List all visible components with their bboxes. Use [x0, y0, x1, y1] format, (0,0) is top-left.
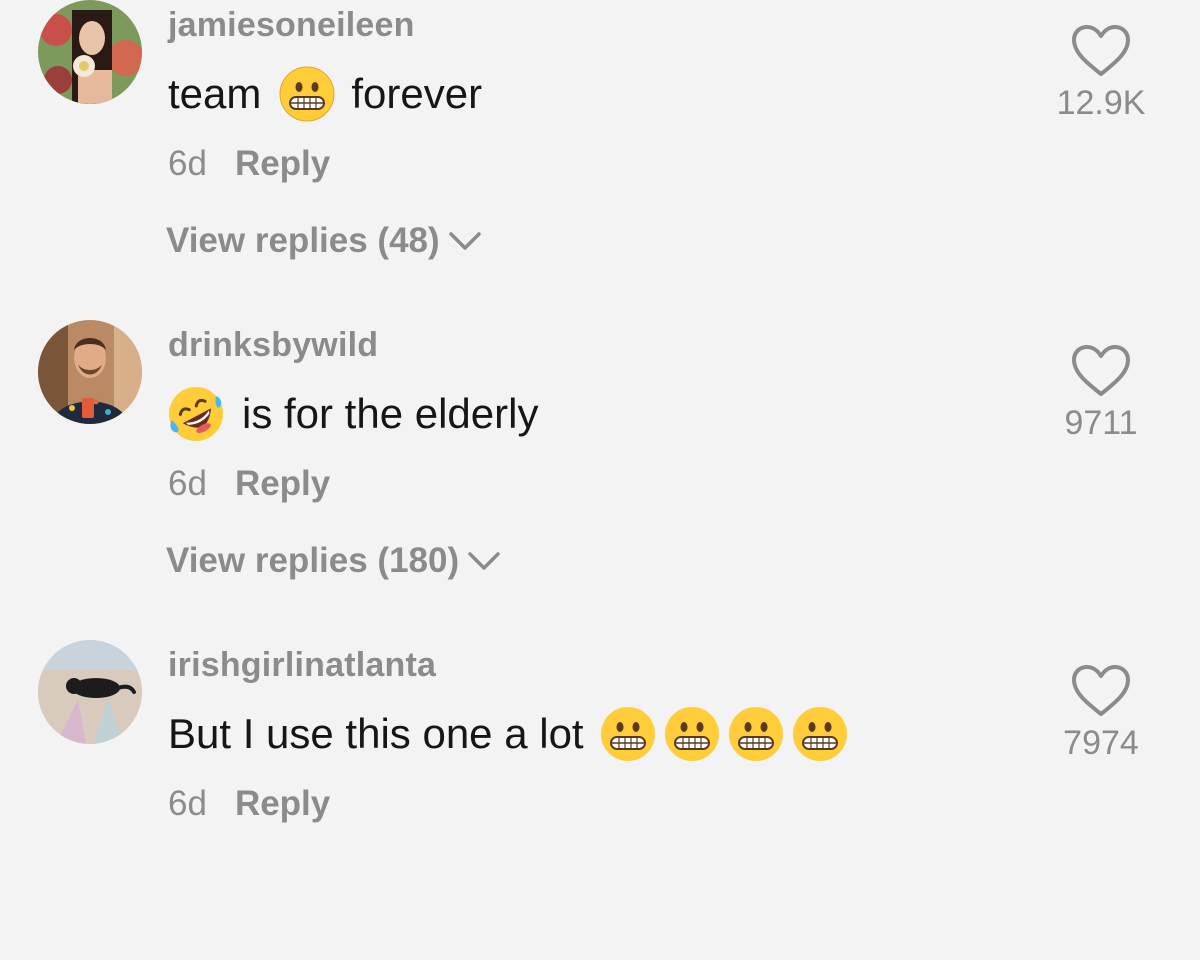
heart-icon[interactable]	[1071, 344, 1131, 398]
comment-text: team forever	[168, 66, 482, 122]
avatar[interactable]	[38, 640, 142, 744]
comment-text-part: team	[168, 70, 262, 117]
like-control[interactable]: 12.9K	[1026, 24, 1176, 123]
comment-username[interactable]: irishgirlinatlanta	[168, 646, 436, 685]
comment-age: 6d	[168, 784, 207, 823]
comment-age: 6d	[168, 464, 207, 503]
chevron-down-icon	[468, 552, 500, 570]
heart-icon[interactable]	[1071, 24, 1131, 78]
avatar[interactable]	[38, 0, 142, 104]
view-replies-label: View replies (180)	[166, 541, 460, 580]
view-replies-button[interactable]: View replies (48)	[166, 221, 482, 261]
comment-meta: 6d Reply	[168, 784, 330, 824]
comment-username[interactable]: jamiesoneileen	[168, 6, 415, 45]
like-count: 12.9K	[1056, 84, 1146, 122]
view-replies-button[interactable]: View replies (180)	[166, 541, 501, 581]
comment-text: is for the elderly	[168, 386, 538, 442]
comment-text: But I use this one a lot	[168, 706, 848, 762]
comment-username[interactable]: drinksbywild	[168, 326, 378, 365]
like-control[interactable]: 7974	[1026, 664, 1176, 763]
comment-text-part: But I use this one a lot	[168, 710, 584, 757]
comment-item: irishgirlinatlanta But I use this one a …	[0, 640, 1200, 960]
like-count: 9711	[1064, 404, 1138, 442]
comment-item: jamiesoneileen team forever 6d Reply Vie…	[0, 0, 1200, 320]
emoji-group	[600, 706, 848, 762]
reply-button[interactable]: Reply	[235, 464, 330, 504]
like-control[interactable]: 9711	[1026, 344, 1176, 443]
avatar[interactable]	[38, 320, 142, 424]
comment-age: 6d	[168, 144, 207, 183]
comment-meta: 6d Reply	[168, 464, 330, 504]
grimacing-face-emoji-icon	[728, 707, 783, 761]
grimacing-face-emoji-icon	[792, 707, 847, 761]
rolling-on-the-floor-laughing-emoji-icon	[169, 387, 223, 441]
comment-text-part: forever	[351, 70, 483, 117]
reply-button[interactable]: Reply	[235, 144, 330, 184]
grimacing-face-emoji-icon	[279, 66, 335, 122]
comment-meta: 6d Reply	[168, 144, 330, 184]
chevron-down-icon	[448, 232, 481, 250]
comment-text-part: is for the elderly	[242, 390, 539, 437]
grimacing-face-emoji-icon	[600, 707, 655, 761]
grimacing-face-emoji-icon	[664, 707, 719, 761]
reply-button[interactable]: Reply	[235, 784, 330, 824]
like-count: 7974	[1063, 724, 1139, 762]
comment-item: drinksbywild is for the elderly 6d Reply…	[0, 320, 1200, 640]
heart-icon[interactable]	[1071, 664, 1131, 718]
view-replies-label: View replies (48)	[166, 221, 440, 260]
